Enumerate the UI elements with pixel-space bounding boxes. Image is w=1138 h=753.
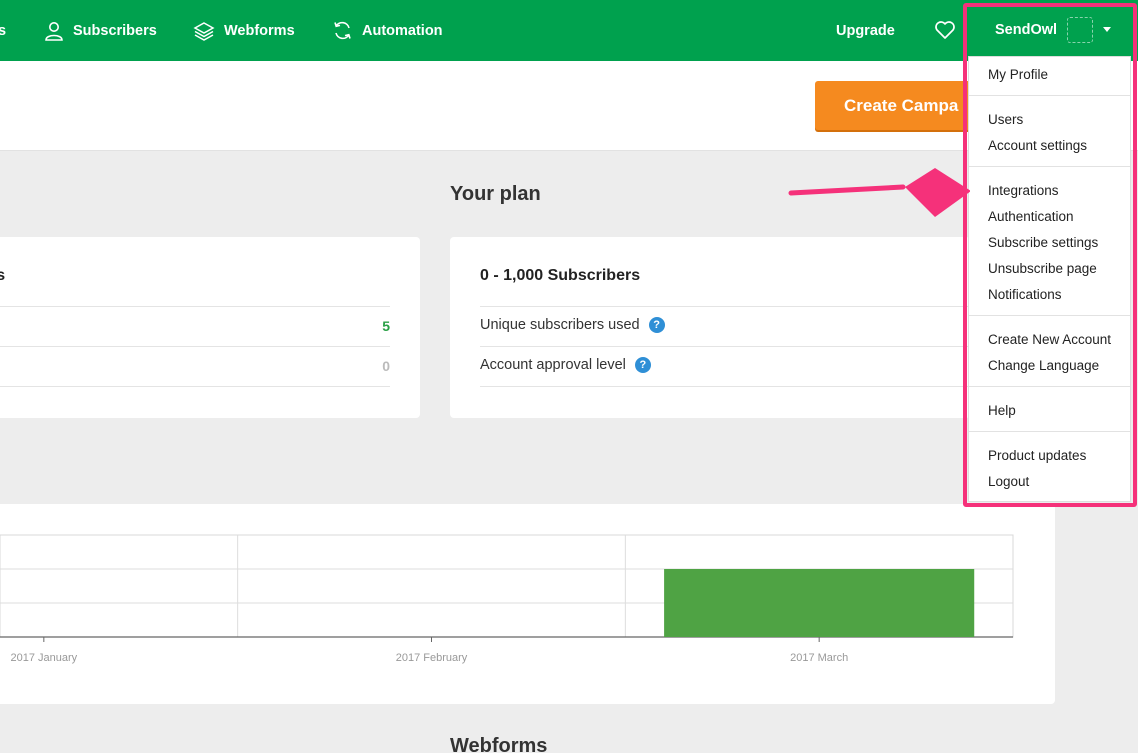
plan-row-label: Unique subscribers used <box>480 317 640 333</box>
menu-item-product-updates[interactable]: Product updates <box>988 448 1086 463</box>
account-dropdown-menu: My Profile Users Account settings Integrati… <box>968 56 1131 502</box>
menu-item-change-language[interactable]: Change Language <box>988 358 1099 373</box>
menu-item-create-new-account[interactable]: Create New Account <box>988 332 1111 347</box>
subscribers-chart: 2017 January 2017 February 2017 March <box>0 534 1014 664</box>
stats-value: 0 <box>382 358 390 374</box>
stats-value: 5 <box>382 318 390 334</box>
create-campaign-label: Create Campa <box>844 95 959 115</box>
menu-divider <box>969 386 1130 387</box>
nav-item-label: s <box>0 22 7 39</box>
menu-divider <box>969 166 1130 167</box>
stats-card-title: rs <box>0 267 6 284</box>
menu-divider <box>969 95 1130 96</box>
nav-item-campaigns[interactable]: s <box>0 0 6 61</box>
plan-card: 0 - 1,000 Subscribers Unique subscribers… <box>450 237 970 418</box>
nav-item-label: Automation <box>362 22 443 39</box>
plan-row-label: Account approval level <box>480 357 626 373</box>
nav-item-label: Webforms <box>224 22 295 39</box>
upgrade-link[interactable]: Upgrade <box>836 0 895 61</box>
plan-row: Account approval level ? <box>480 357 651 373</box>
annotation-arrow-icon <box>788 168 970 217</box>
account-name: SendOwl <box>995 21 1058 38</box>
chevron-down-icon <box>1103 27 1112 32</box>
divider <box>480 386 970 387</box>
section-title-webforms: Webforms <box>450 735 548 753</box>
user-icon <box>45 21 63 41</box>
upgrade-label: Upgrade <box>836 22 895 39</box>
menu-item-notifications[interactable]: Notifications <box>988 287 1062 302</box>
menu-item-unsubscribe-page[interactable]: Unsubscribe page <box>988 261 1097 276</box>
heart-icon[interactable] <box>934 20 956 40</box>
plan-card-title: 0 - 1,000 Subscribers <box>480 267 641 284</box>
divider <box>0 346 390 347</box>
nav-item-automation[interactable]: Automation <box>332 0 443 61</box>
menu-item-subscribe-settings[interactable]: Subscribe settings <box>988 235 1098 250</box>
layers-icon <box>193 21 215 41</box>
x-tick-label: 2017 February <box>396 652 468 664</box>
menu-item-account-settings[interactable]: Account settings <box>988 138 1087 153</box>
plan-row: Unique subscribers used ? <box>480 317 665 333</box>
menu-divider <box>969 431 1130 432</box>
divider <box>0 306 390 307</box>
help-icon[interactable]: ? <box>648 317 665 333</box>
nav-item-subscribers[interactable]: Subscribers <box>44 0 157 61</box>
menu-item-authentication[interactable]: Authentication <box>988 209 1074 224</box>
nav-item-webforms[interactable]: Webforms <box>193 0 295 61</box>
menu-divider <box>969 315 1130 316</box>
section-title-your-plan: Your plan <box>450 183 541 205</box>
divider <box>0 386 390 387</box>
subscribers-chart-card: 2017 January 2017 February 2017 March <box>0 504 1055 704</box>
avatar <box>1067 16 1094 43</box>
menu-item-logout[interactable]: Logout <box>988 474 1029 489</box>
menu-item-integrations[interactable]: Integrations <box>988 183 1059 198</box>
account-menu-button[interactable]: SendOwl <box>968 4 1131 55</box>
help-icon[interactable]: ? <box>634 357 651 373</box>
nav-item-label: Subscribers <box>73 22 157 39</box>
divider <box>480 306 970 307</box>
stats-card: rs 5 0 <box>0 237 420 418</box>
divider <box>480 346 970 347</box>
bar-2017-march[interactable] <box>664 569 975 637</box>
x-tick-label: 2017 January <box>10 652 77 664</box>
menu-item-my-profile[interactable]: My Profile <box>988 67 1048 82</box>
x-tick-label: 2017 March <box>790 652 848 664</box>
menu-item-users[interactable]: Users <box>988 112 1023 127</box>
refresh-icon <box>334 21 351 40</box>
menu-item-help[interactable]: Help <box>988 403 1016 418</box>
